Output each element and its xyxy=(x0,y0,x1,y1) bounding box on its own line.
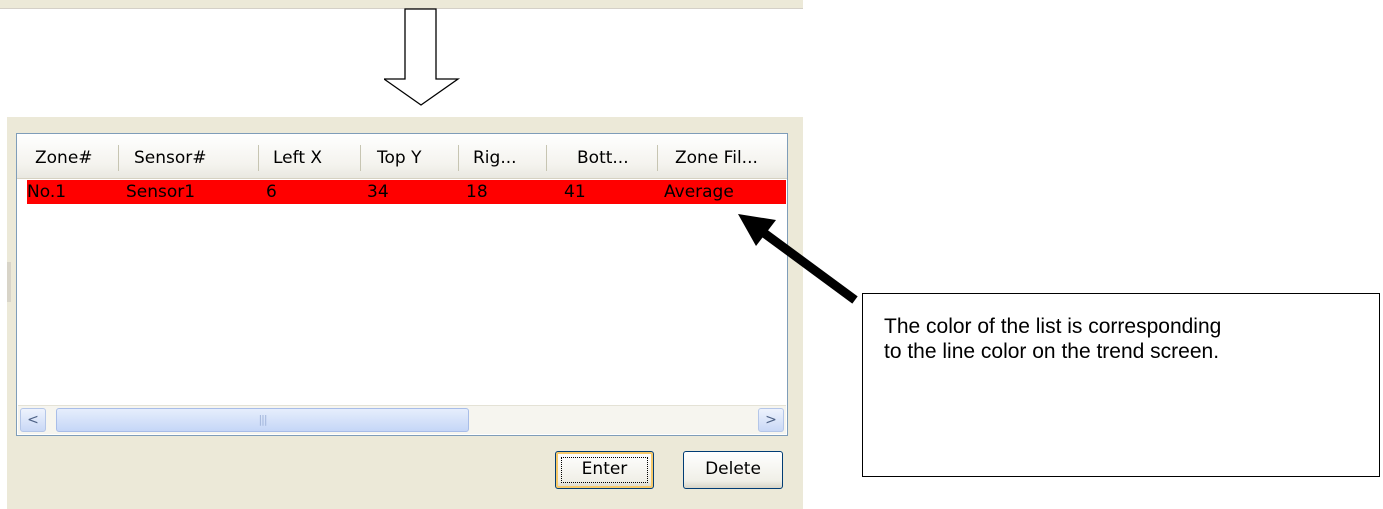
column-header-zone[interactable]: Zone# xyxy=(35,134,93,178)
down-arrow-icon xyxy=(384,8,461,106)
column-header-left-x[interactable]: Left X xyxy=(273,134,322,178)
horizontal-scrollbar[interactable]: < ||| > xyxy=(18,405,786,434)
column-divider[interactable] xyxy=(546,145,547,171)
note-line-1: The color of the list is corresponding xyxy=(884,315,1222,338)
note-line-2: to the line color on the trend screen. xyxy=(884,340,1220,363)
list-header: Zone# Sensor# Left X Top Y Rig... Bott..… xyxy=(17,134,787,179)
panel-edge xyxy=(7,262,11,302)
cell-zone: No.1 xyxy=(27,182,67,202)
column-divider[interactable] xyxy=(258,145,259,171)
column-divider[interactable] xyxy=(458,145,459,171)
cell-left-x: 6 xyxy=(266,182,277,202)
focus-rectangle xyxy=(561,457,648,483)
zone-list-panel: Zone# Sensor# Left X Top Y Rig... Bott..… xyxy=(7,117,803,509)
delete-button[interactable]: Delete xyxy=(683,451,783,489)
cell-right-x: 18 xyxy=(466,182,488,202)
column-divider[interactable] xyxy=(118,145,119,171)
scroll-left-icon[interactable]: < xyxy=(20,408,46,432)
column-header-right-x[interactable]: Rig... xyxy=(473,134,517,178)
scroll-thumb[interactable]: ||| xyxy=(56,408,469,432)
column-divider[interactable] xyxy=(360,145,361,171)
column-divider[interactable] xyxy=(657,145,658,171)
cell-bottom-y: 41 xyxy=(564,182,586,202)
cell-sensor: Sensor1 xyxy=(126,182,196,202)
scroll-right-icon[interactable]: > xyxy=(758,408,784,432)
annotation-note: The color of the list is corresponding t… xyxy=(862,293,1380,477)
cell-zone-filter: Average xyxy=(664,182,734,202)
delete-button-label: Delete xyxy=(705,459,761,479)
column-header-top-y[interactable]: Top Y xyxy=(377,134,421,178)
column-header-bottom-y[interactable]: Bott... xyxy=(577,134,629,178)
zone-list[interactable]: Zone# Sensor# Left X Top Y Rig... Bott..… xyxy=(16,133,788,436)
table-row[interactable]: No.1 Sensor1 6 34 18 41 Average xyxy=(27,180,786,204)
column-header-sensor[interactable]: Sensor# xyxy=(134,134,207,178)
callout-arrow-icon xyxy=(738,214,858,304)
cell-top-y: 34 xyxy=(367,182,389,202)
column-header-zone-filter[interactable]: Zone Fil... xyxy=(675,134,758,178)
enter-button[interactable]: Enter xyxy=(555,451,654,489)
